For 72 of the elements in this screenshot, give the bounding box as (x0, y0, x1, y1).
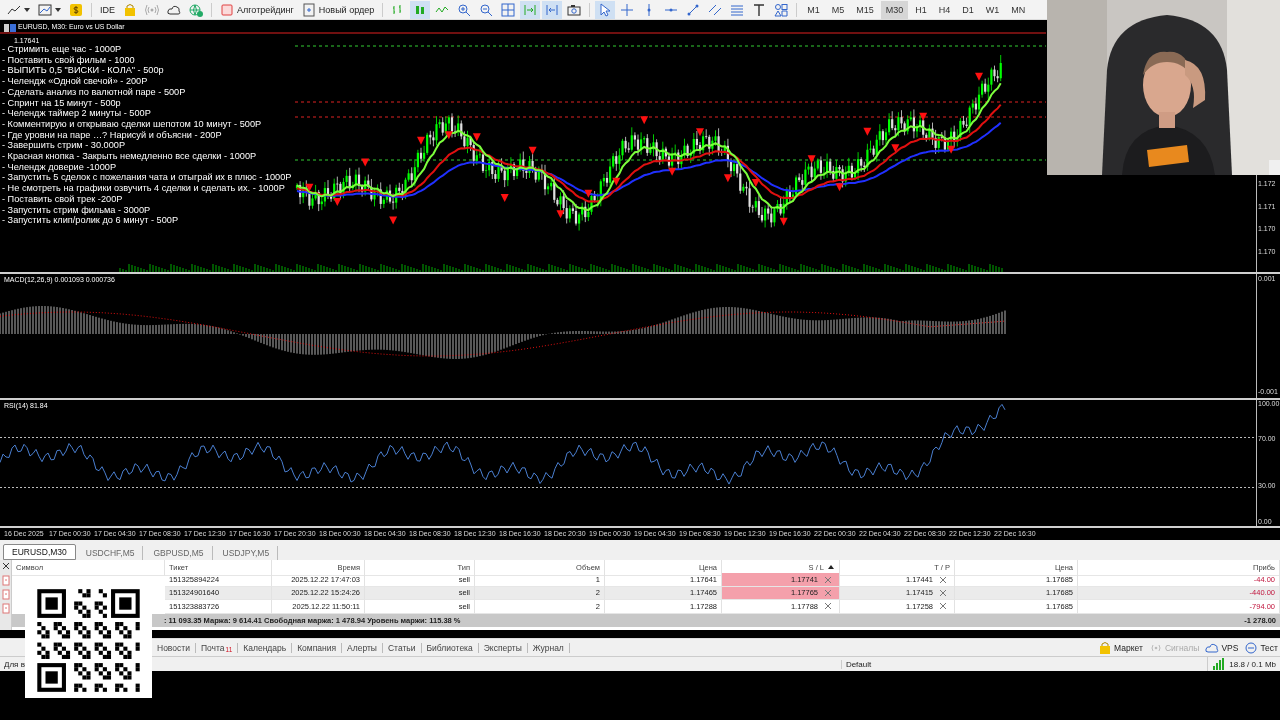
timeframe-button[interactable]: D1 (957, 0, 979, 19)
overlay-text-line: - Запустить 5 сделок с пожелания чата и отыграй их в плюс - 1000Р (2, 172, 292, 184)
new-order-button[interactable]: Новый ордер (298, 0, 378, 19)
channel-icon (708, 2, 723, 17)
tester-icon (1244, 640, 1259, 655)
service-tab[interactable]: Маркет (1098, 640, 1143, 655)
algo-trading-button[interactable]: Алготрейдинг (217, 0, 297, 19)
crosshair-icon (620, 2, 635, 17)
service-tab[interactable]: Тест (1244, 640, 1278, 655)
toolbox-tab[interactable]: Календарь (238, 642, 293, 653)
overlay-text-line: - Не смотреть на графики озвучить 4 сделки и сделать их. - 1000Р (2, 183, 286, 194)
service-tab[interactable]: VPS (1205, 640, 1239, 655)
stop-square-icon (220, 2, 234, 17)
chart-window-icon (38, 2, 52, 17)
chart-shift-icon (545, 2, 560, 17)
timeframe-button[interactable]: H1 (910, 0, 932, 19)
overlay-text-line: - Челендж таймер 2 минуты - 500Р (2, 108, 152, 119)
overlay-text-line: - Завершить стрим - 30.000Р (2, 140, 127, 152)
bag-icon (123, 2, 137, 17)
text-tool-icon (752, 2, 767, 17)
traffic-text: 18.8 / 0.1 Mb (1229, 659, 1276, 669)
timeframe-button[interactable]: M1 (802, 0, 825, 19)
toolbox-tab[interactable]: Статьи (383, 642, 422, 653)
overlay-text-line: - Сделать анализ по валютной паре - 500Р (2, 86, 187, 98)
candles-button[interactable] (410, 0, 431, 19)
shapes-icon (774, 2, 789, 17)
trend-line-icon (686, 2, 701, 17)
toolbox-tab[interactable]: Эксперты (478, 642, 528, 653)
overlay-text-line: - Челендж доверие -1000Р (2, 161, 118, 173)
order-row-icon (0, 602, 11, 616)
overlay-text-line: - Поставить свой фильм - 1000 (2, 54, 136, 66)
zoom-out-icon (479, 2, 494, 17)
overlay-text-line: - Челендж «Одной свечой» - 200Р (2, 76, 149, 87)
timeframe-button[interactable]: H4 (933, 0, 956, 19)
overlay-text-line: - Запустить клип/ролик до 6 минут - 500Р (2, 215, 180, 226)
symbol-tab[interactable]: EURUSD,M30 (3, 544, 76, 560)
profile-name: Default (840, 659, 1010, 669)
overlay-text-line: - Спринт на 15 минут - 500р (2, 97, 122, 109)
status-text: Для в (3, 659, 26, 669)
grid-icon (501, 2, 516, 17)
overlay-text-line: - Где уровни на паре …? Нарисуй и объясни - 200Р (2, 129, 223, 141)
overlay-text-line: - Запустить стрим фильма - 3000Р (2, 204, 152, 216)
camera-icon (567, 2, 582, 17)
overlay-text-line: - Красная кнопка - Закрыть немедленно все сделки - 1000Р (2, 151, 258, 162)
zoom-in-icon (457, 2, 472, 17)
auto-scroll-button[interactable] (520, 0, 541, 19)
timeframe-button[interactable]: MN (1006, 0, 1031, 19)
auto-scroll-icon (523, 2, 538, 17)
order-row-icon (0, 574, 11, 588)
overlay-text-line: - Поставить свой трек -200Р (2, 193, 124, 205)
timeframe-button[interactable]: M15 (851, 0, 879, 19)
signal-bars-icon (1212, 657, 1227, 671)
order-row-icon (0, 588, 11, 602)
cursor-button[interactable] (595, 0, 616, 19)
cursor-icon (598, 2, 613, 17)
overlay-text-line: - ВЫПИТЬ 0,5 "ВИСКИ - КОЛА" - 500р (2, 65, 165, 77)
overlay-text-line: - Стримить еще час - 1000Р (2, 44, 123, 55)
bag-icon (1098, 640, 1113, 655)
globe-plus-icon (189, 2, 203, 17)
ide-button[interactable]: IDE (97, 0, 118, 19)
order-icon (301, 2, 316, 17)
toolbox-tab[interactable]: Алерты (342, 642, 383, 653)
dollar-icon (69, 2, 83, 17)
overlay-text-line: - Комментирую и открываю сделки шепотом 10 минут - 500Р (2, 118, 263, 130)
timeframe-button[interactable]: M5 (826, 0, 850, 19)
toolbox-tab[interactable]: Библиотека (421, 642, 479, 653)
timeframe-button[interactable]: M30 (880, 0, 909, 19)
toolbox-tab[interactable]: Журнал (527, 642, 570, 653)
chart-shift-button[interactable] (542, 0, 563, 19)
broadcast-icon (145, 2, 159, 17)
toolbox-tab[interactable]: Компания (292, 642, 343, 653)
timeframe-button[interactable]: W1 (980, 0, 1005, 19)
